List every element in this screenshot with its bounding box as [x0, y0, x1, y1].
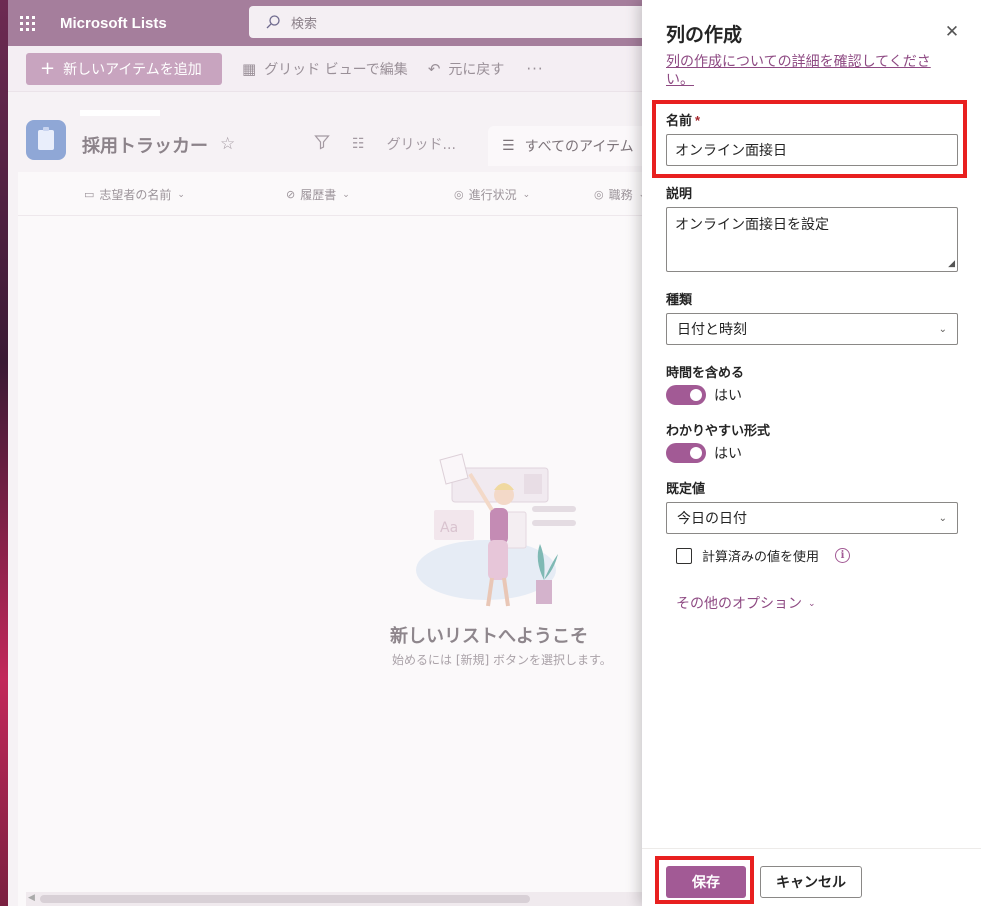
create-column-panel: 列の作成 ✕ 列の作成についての詳細を確認してください。 名前 * オンライン面接…	[642, 0, 981, 906]
type-dropdown[interactable]: 日付と時刻 ⌄	[666, 313, 958, 345]
grid-edit-label: グリッド ビューで編集	[264, 61, 408, 78]
view-tools: ☷ グリッド...	[314, 134, 478, 154]
chevron-down-icon: ⌄	[522, 189, 531, 200]
scroll-left-icon[interactable]: ◀	[28, 893, 35, 903]
app-launcher-icon[interactable]	[10, 0, 44, 46]
more-options-link[interactable]: その他のオプション ⌄	[676, 593, 816, 613]
close-icon[interactable]: ✕	[942, 22, 962, 42]
chevron-down-icon: ⌄	[808, 597, 816, 608]
plus-icon: +	[40, 58, 56, 79]
add-new-item-button[interactable]: + 新しいアイテムを追加	[26, 52, 222, 85]
undo-button[interactable]: ↶ 元に戻す	[428, 59, 505, 79]
footer-divider	[642, 848, 981, 849]
calculated-value-row: 計算済みの値を使用 i	[676, 546, 851, 565]
required-mark: *	[695, 113, 701, 128]
desktop-edge	[0, 0, 8, 906]
grid-icon: ▦	[242, 59, 257, 78]
include-time-toggle-text: はい	[714, 387, 742, 403]
type-dropdown-value: 日付と時刻	[677, 321, 747, 337]
calculated-value-checkbox[interactable]	[676, 547, 692, 564]
friendly-format-toggle[interactable]	[666, 443, 706, 463]
list-view-icon: ☰	[502, 138, 515, 154]
choice-column-icon: ◎	[594, 188, 604, 201]
resize-handle-icon[interactable]: ◢	[948, 258, 955, 269]
empty-state-subtitle: 始めるには [新規] ボタンを選択します。	[392, 653, 612, 667]
learn-more-link[interactable]: 列の作成についての詳細を確認してください。	[666, 52, 950, 88]
panel-title: 列の作成	[666, 25, 743, 46]
app-name[interactable]: Microsoft Lists	[60, 15, 167, 32]
view-tab-all-items-label: すべてのアイテム	[524, 139, 634, 155]
search-input[interactable]: 検索	[249, 6, 669, 38]
default-value-label: 既定値	[666, 481, 706, 496]
text-column-icon: ▭	[84, 188, 95, 201]
filter-icon[interactable]	[314, 134, 330, 154]
include-time-toggle-row: はい	[666, 385, 742, 405]
name-input[interactable]: オンライン面接日	[666, 134, 958, 166]
column-header-progress[interactable]: ◎ 進行状況 ⌄	[454, 186, 530, 203]
default-value-dropdown-value: 今日の日付	[677, 510, 747, 526]
svg-text:Aa: Aa	[440, 520, 458, 536]
calculated-value-label: 計算済みの値を使用	[702, 549, 820, 564]
cancel-button[interactable]: キャンセル	[760, 866, 862, 898]
chevron-down-icon: ⌄	[938, 323, 947, 335]
chevron-down-icon: ⌄	[938, 512, 947, 524]
column-header-label: 志望者の名前	[99, 188, 172, 202]
choice-column-icon: ◎	[454, 188, 464, 201]
type-label: 種類	[666, 292, 693, 307]
description-label: 説明	[666, 186, 693, 201]
redacted-site-name	[80, 110, 160, 116]
friendly-format-toggle-text: はい	[714, 445, 742, 461]
column-header-resume[interactable]: ⊘ 履歴書 ⌄	[286, 186, 350, 203]
chevron-down-icon: ⌄	[342, 189, 350, 200]
include-time-label: 時間を含める	[666, 365, 745, 380]
view-tab-grid[interactable]: グリッド...	[387, 134, 456, 154]
more-commands-button[interactable]: ···	[526, 60, 543, 78]
empty-state-title: 新しいリストへようこそ	[390, 626, 588, 647]
search-icon	[266, 15, 280, 29]
add-new-item-label: 新しいアイテムを追加	[63, 61, 202, 78]
favorite-star-icon[interactable]: ☆	[220, 134, 235, 154]
chevron-down-icon: ⌄	[177, 189, 185, 200]
default-value-dropdown[interactable]: 今日の日付 ⌄	[666, 502, 958, 534]
info-icon[interactable]: i	[835, 548, 851, 563]
name-label: 名前 *	[666, 110, 700, 129]
name-label-text: 名前	[666, 113, 693, 128]
group-by-icon[interactable]: ☷	[352, 136, 365, 152]
search-placeholder: 検索	[291, 16, 318, 32]
list-title: 採用トラッカー	[82, 136, 208, 157]
column-header-label: 進行状況	[468, 188, 517, 202]
list-icon	[26, 120, 66, 160]
undo-label: 元に戻す	[448, 61, 505, 78]
undo-icon: ↶	[427, 59, 441, 78]
include-time-toggle[interactable]	[666, 385, 706, 405]
column-header-role[interactable]: ◎職務⌄	[594, 186, 646, 203]
scrollbar-thumb[interactable]	[40, 895, 530, 903]
view-tab-all-items[interactable]: ☰ すべてのアイテム	[488, 126, 658, 166]
column-header-label: 職務	[608, 188, 633, 202]
horizontal-scrollbar[interactable]: ◀	[26, 892, 644, 906]
save-button[interactable]: 保存	[666, 866, 746, 898]
column-header-applicant[interactable]: ▭ 志望者の名前 ⌄	[84, 186, 185, 203]
more-options-label: その他のオプション	[676, 595, 802, 611]
grid-edit-button[interactable]: ▦ グリッド ビューで編集	[242, 59, 408, 79]
description-value: オンライン面接日を設定	[675, 216, 829, 232]
column-header-label: 履歴書	[300, 188, 337, 202]
friendly-format-toggle-row: はい	[666, 443, 742, 463]
attachment-icon: ⊘	[286, 188, 296, 201]
description-textarea[interactable]: オンライン面接日を設定 ◢	[666, 207, 958, 272]
empty-list-illustration: Aa	[416, 453, 576, 607]
friendly-format-label: わかりやすい形式	[666, 423, 771, 438]
